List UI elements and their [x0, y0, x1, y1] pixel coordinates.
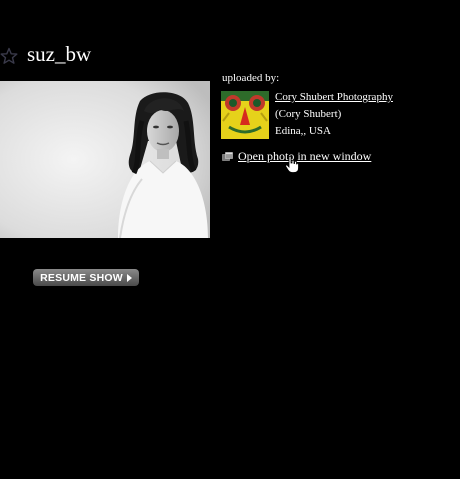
resume-show-label: RESUME SHOW: [40, 271, 123, 284]
window-icon: [222, 151, 233, 161]
uploader-avatar[interactable]: [221, 91, 269, 139]
uploader-name-link[interactable]: Cory Shubert Photography: [275, 89, 393, 106]
uploader-info: Cory Shubert Photography (Cory Shubert) …: [275, 89, 393, 140]
uploaded-by-label: uploaded by:: [222, 72, 280, 84]
resume-show-button[interactable]: RESUME SHOW: [33, 269, 139, 286]
photo-title: suz_bw: [27, 42, 92, 66]
uploader-real-name: (Cory Shubert): [275, 108, 342, 120]
uploader-location: Edina,, USA: [275, 125, 331, 137]
play-icon: [126, 273, 132, 282]
photo-image[interactable]: [0, 81, 210, 238]
favorite-star-icon[interactable]: [0, 47, 18, 65]
open-in-new-window-link[interactable]: Open photo in new window: [238, 149, 371, 164]
hand-cursor-icon: [285, 156, 299, 173]
